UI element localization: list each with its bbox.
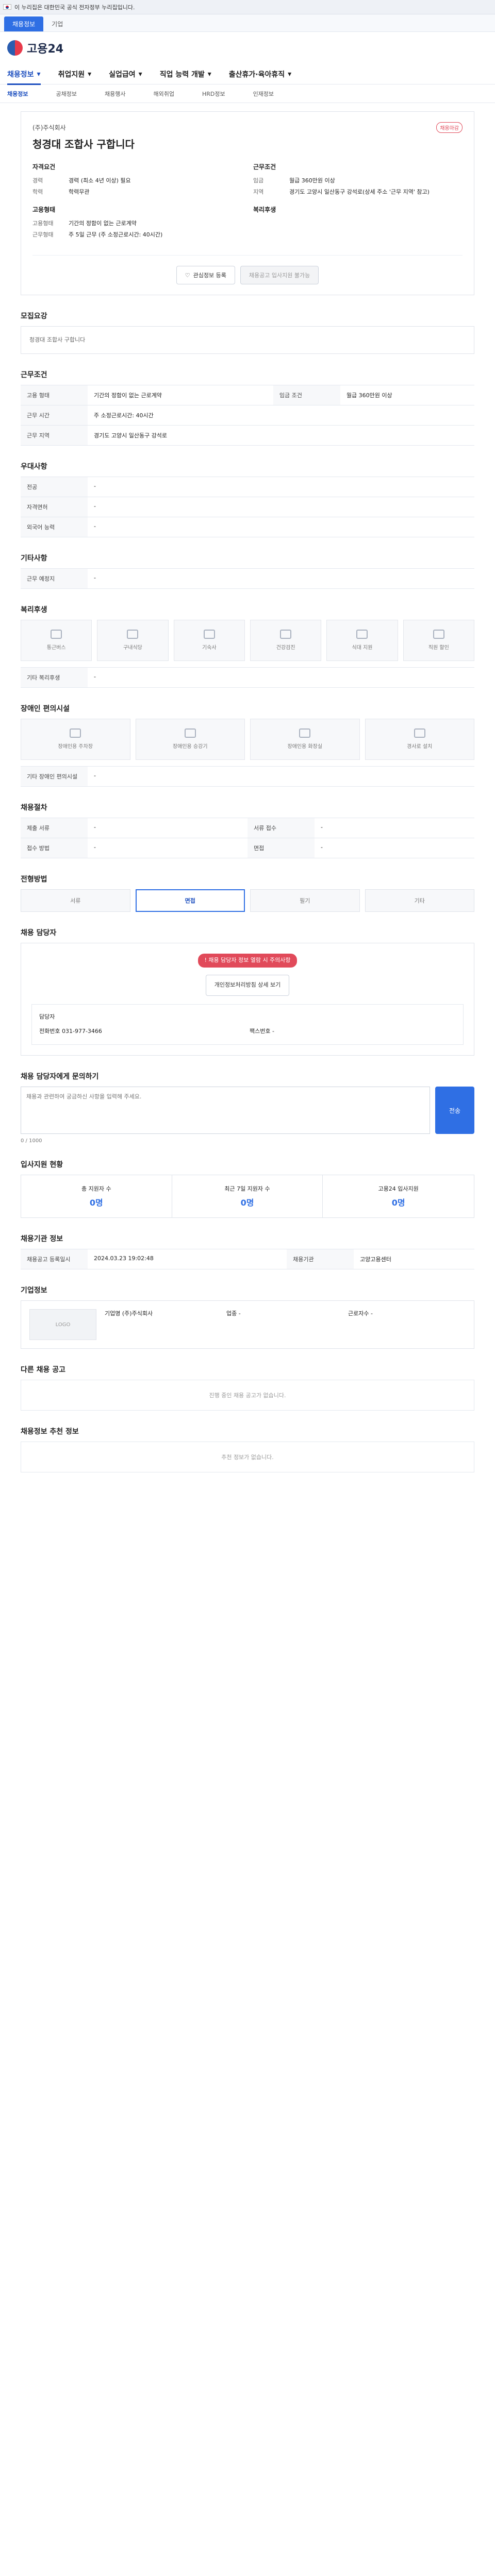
welfare-item: 구내식당 — [97, 619, 169, 661]
access-item: 장애인용 승강기 — [135, 718, 245, 760]
welfare-item: 식대 지원 — [326, 619, 398, 661]
stat-total: 총 지원자 수 0명 — [21, 1175, 172, 1218]
phone-number: 031-977-3466 — [61, 1028, 102, 1035]
top-tabs: 채용정보 기업 — [0, 14, 495, 32]
access-item: 장애인용 주차장 — [21, 718, 130, 760]
brand-logo-icon[interactable] — [7, 40, 23, 56]
subnav-item-hrd[interactable]: HRD정보 — [202, 90, 225, 98]
stats-section: 입사지원 현황 총 지원자 수 0명 최근 7일 지원자 수 0명 고용24 입사지… — [21, 1159, 474, 1218]
similar-jobs-section: 채용정보 추천 정보 추천 정보가 없습니다. — [21, 1426, 474, 1473]
apply-disabled-button[interactable]: 채용공고 입사지원 불가능 — [240, 266, 319, 284]
subnav-item-talent[interactable]: 인재정보 — [253, 90, 274, 98]
send-question-button[interactable]: 전송 — [435, 1087, 474, 1134]
parking-icon — [70, 728, 81, 738]
conditions-block: 근무조건 임금 월급 360만원 이상 지역 경기도 고양시 일산동구 강석로(상세… — [253, 163, 430, 213]
conditions-section: 근무조건 고용 형태 기간의 정함이 없는 근로계약 임금 조건 월급 360만원 이… — [21, 369, 474, 446]
main-nav: 채용정보 ▾ 취업지원 ▾ 실업급여 ▾ 직업 능력 개발 ▾ 출산휴가·육아휴직 ▾ — [0, 64, 495, 85]
health-icon — [280, 630, 292, 639]
status-badge: 채용마감 — [436, 122, 463, 133]
char-count: 0 / 1000 — [21, 1138, 42, 1144]
discount-icon — [433, 630, 444, 639]
dorm-icon — [203, 630, 215, 639]
method-step: 서류 — [21, 889, 130, 912]
conditions-table: 고용 형태 기간의 정함이 없는 근로계약 임금 조건 월급 360만원 이상 근무 … — [21, 384, 474, 446]
warning-icon: ! — [204, 956, 207, 963]
recruit-body: 청경대 조합사 구합니다 — [29, 336, 86, 343]
requirements-block: 자격요건 경력 경력 (최소 4년 이상) 필요 학력 학력무관 고용형태 고용형태… — [32, 163, 163, 238]
accessibility-section: 장애인 편의시설 장애인용 주차장 장애인용 승강기 장애인용 화장실 경사로 … — [21, 703, 474, 787]
job-title: 청경대 조합사 구합니다 — [32, 138, 135, 150]
subnav-item-overseas[interactable]: 해외취업 — [153, 90, 174, 98]
other-jobs-section: 다른 채용 공고 진행 중인 채용 공고가 없습니다. — [21, 1364, 474, 1411]
site-header: 고용24 — [0, 32, 495, 64]
method-step: 필기 — [250, 889, 360, 912]
welfare-item: 통근버스 — [21, 619, 92, 661]
gov-banner: 이 누리집은 대한민국 공식 전자정부 누리집입니다. — [0, 0, 495, 14]
welfare-section: 복리후생 통근버스 구내식당 기숙사 건강검진 식대 지원 직원 할인 기타 복… — [21, 604, 474, 688]
meal-icon — [127, 630, 139, 639]
bus-icon — [51, 630, 62, 639]
chevron-down-icon: ▾ — [88, 70, 92, 78]
method-step: 면접 — [135, 889, 245, 912]
privacy-policy-button[interactable]: 개인정보처리방침 상세 보기 — [205, 974, 290, 996]
access-item: 장애인용 화장실 — [250, 718, 360, 760]
brand-name[interactable]: 고용24 — [27, 40, 63, 56]
nav-item-jobs[interactable]: 채용정보 ▾ — [7, 69, 41, 85]
process-section: 채용절차 제출 서류 - 서류 접수 - 접수 방법 - 면접 - — [21, 802, 474, 858]
welfare-item: 기숙사 — [173, 619, 245, 661]
company-section: 기업정보 LOGO 기업명 (주)주식회사 업종 - 근로자수 - — [21, 1285, 474, 1349]
question-input[interactable] — [21, 1087, 430, 1134]
elevator-icon — [184, 728, 196, 738]
preferences-section: 우대사항 전공 - 자격면허 - 외국어 능력 - — [21, 461, 474, 537]
agency-section: 채용기관 정보 채용공고 등록일시 2024.03.23 19:02:48 채용기관… — [21, 1233, 474, 1270]
chevron-down-icon: ▾ — [288, 70, 292, 78]
chevron-down-icon: ▾ — [138, 70, 142, 78]
subnav-item-jobs[interactable]: 채용정보 — [7, 90, 28, 98]
alert-badge: ! 채용 담당자 정보 열람 시 주의사항 — [198, 953, 297, 968]
subnav-item-public[interactable]: 공채정보 — [56, 90, 76, 98]
job-summary-card: (주)주식회사 채용마감 청경대 조합사 구합니다 자격요건 경력 경력 (최소 … — [21, 111, 474, 295]
tab-company[interactable]: 기업 — [43, 16, 71, 31]
contact-info: 담당자 전화번호 031-977-3466 팩스번호 - — [31, 1004, 464, 1045]
welfare-item: 직원 할인 — [403, 619, 474, 661]
gov-banner-text: 이 누리집은 대한민국 공식 전자정부 누리집입니다. — [14, 4, 135, 11]
chevron-down-icon: ▾ — [207, 70, 211, 78]
tab-jobs[interactable]: 채용정보 — [4, 16, 44, 31]
stat-online: 고용24 입사지원 0명 — [378, 1185, 419, 1208]
method-section: 전형방법 서류 면접 필기 기타 — [21, 874, 474, 912]
chevron-down-icon: ▾ — [37, 70, 41, 78]
contact-section: 채용 담당자 ! 채용 담당자 정보 열람 시 주의사항 개인정보처리방침 상세… — [21, 927, 474, 1056]
nav-item-leave[interactable]: 출산휴가·육아휴직 ▾ — [229, 69, 291, 79]
ramp-icon — [414, 728, 425, 738]
recruit-section: 모집요강 청경대 조합사 구합니다 — [21, 311, 474, 354]
nav-item-benefit[interactable]: 실업급여 ▾ — [109, 69, 142, 79]
heart-icon: ♡ — [185, 272, 190, 279]
flag-icon — [3, 4, 11, 10]
nav-item-support[interactable]: 취업지원 ▾ — [58, 69, 92, 79]
welfare-item: 건강검진 — [250, 619, 322, 661]
company-name[interactable]: (주)주식회사 — [32, 123, 66, 132]
company-logo: LOGO — [29, 1309, 96, 1341]
sub-nav: 채용정보 공채정보 채용행사 해외취업 HRD정보 인재정보 — [0, 84, 495, 103]
toilet-icon — [299, 728, 311, 738]
food-icon — [356, 630, 368, 639]
subnav-item-events[interactable]: 채용행사 — [105, 90, 125, 98]
extra-section: 기타사항 근무 예정지 - — [21, 553, 474, 589]
method-step: 기타 — [365, 889, 474, 912]
nav-item-training[interactable]: 직업 능력 개발 ▾ — [160, 69, 211, 79]
stat-recent: 최근 7일 지원자 수 0명 — [172, 1175, 323, 1218]
save-interest-button[interactable]: ♡ 관심정보 등록 — [176, 266, 235, 284]
access-item: 경사로 설치 — [365, 718, 474, 760]
qa-section: 채용 담당자에게 문의하기 전송 0 / 1000 — [21, 1071, 474, 1144]
